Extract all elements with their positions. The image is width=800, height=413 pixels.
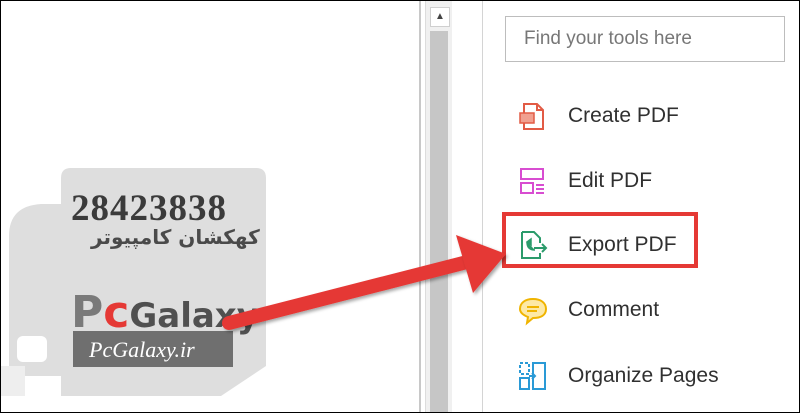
window: 28423838 کهکشان کامپیوتر PcGalaxy PcGala… — [0, 0, 800, 413]
annotation-arrow — [222, 235, 506, 330]
